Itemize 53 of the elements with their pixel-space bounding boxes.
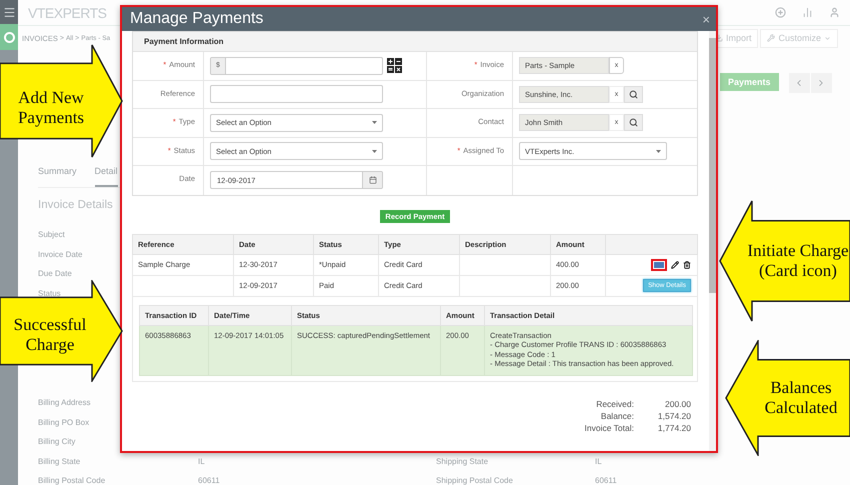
field-label: Billing Address [38, 397, 92, 410]
chart-icon[interactable] [802, 7, 813, 18]
logo: VTEXPERTS [28, 4, 106, 20]
field-value: IL [198, 456, 206, 466]
add-icon[interactable] [775, 7, 786, 18]
caret-icon [656, 150, 661, 153]
wrench-icon [767, 34, 776, 42]
next-button[interactable] [810, 73, 832, 93]
trash-icon[interactable] [683, 260, 691, 268]
field-label: Status [38, 288, 62, 300]
panel-title: Payment Information [144, 37, 224, 46]
field-label: Invoice Date [38, 248, 84, 261]
close-button[interactable]: × [702, 12, 710, 26]
search-button[interactable] [624, 114, 643, 132]
callout-text: Successful Charge [12, 315, 88, 355]
field-label: Due Date [38, 268, 73, 280]
calendar-icon [368, 176, 376, 184]
search-button[interactable] [624, 86, 643, 103]
total-label: Received: [595, 398, 634, 410]
field-label: Billing City [38, 436, 76, 448]
card-charge-button[interactable] [651, 258, 667, 270]
caret-icon [372, 121, 377, 124]
previous-button[interactable] [788, 73, 810, 93]
total-value: 1,574.20 [656, 410, 691, 422]
caret-icon [824, 34, 831, 42]
total-value: 1,774.20 [656, 422, 691, 434]
field-value: 60611 [198, 476, 221, 484]
total-value: 200.00 [664, 398, 691, 410]
section-title: Invoice Details [38, 199, 114, 211]
field-label: Billing PO Box [38, 416, 90, 429]
search-icon [629, 90, 638, 99]
field-label: Shipping Postal Code [436, 476, 514, 484]
callout-text: Balances Calculated [764, 378, 838, 418]
search-icon [629, 118, 638, 128]
field-label: Shipping State [436, 456, 490, 466]
field-label: Billing Postal Code [38, 476, 106, 484]
text-field[interactable] [210, 85, 383, 104]
total-label: Balance: [600, 410, 634, 422]
field-label: Billing State [38, 456, 82, 466]
total-label: Invoice Total: [584, 422, 634, 434]
caret-icon [372, 150, 377, 153]
menu-icon[interactable] [2, 6, 16, 18]
scrollbar[interactable] [709, 31, 716, 451]
field-value: IL [595, 456, 603, 466]
pencil-icon[interactable] [671, 260, 679, 268]
user-icon[interactable] [829, 7, 840, 18]
calculator-icon[interactable] [387, 58, 402, 74]
app-icon[interactable] [4, 32, 14, 42]
dialog-title: Manage Payments [130, 10, 264, 28]
callout-text: Initiate Charge (Card icon) [746, 241, 850, 281]
field-label: Subject [38, 229, 66, 242]
callout-text: Add New Payments [16, 88, 86, 128]
field-value: 60611 [595, 476, 618, 484]
